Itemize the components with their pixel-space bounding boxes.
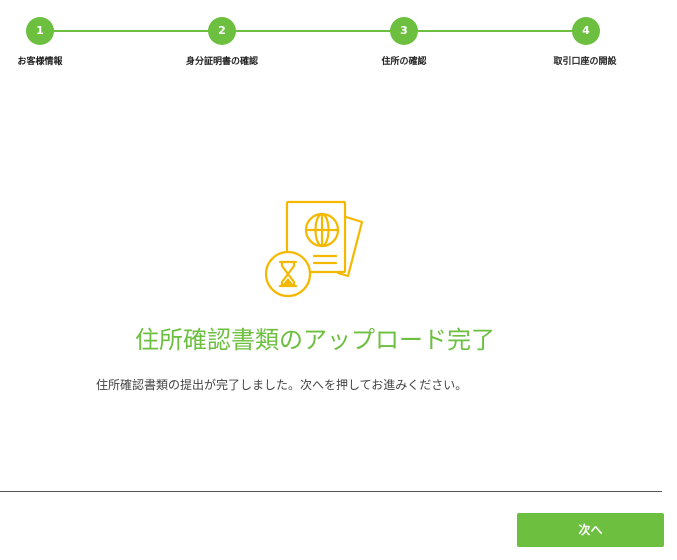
step-4-circle: 4 [572,17,600,45]
stepper-connector-2 [236,30,391,32]
stepper-connector-3 [418,30,573,32]
step-3-circle: 3 [390,17,418,45]
page: 1 2 3 4 お客様情報 身分証明書の確認 住所の確認 取引口座の開設 住所確… [0,0,677,560]
step-1-circle: 1 [26,17,54,45]
divider [0,491,662,492]
page-title: 住所確認書類のアップロード完了 [135,326,495,354]
step-4-label: 取引口座の開設 [553,57,617,67]
stepper-connector-1 [54,30,209,32]
step-1-label: お客様情報 [17,57,63,67]
progress-stepper: 1 2 3 4 お客様情報 身分証明書の確認 住所の確認 取引口座の開設 [0,0,677,80]
step-2-label: 身分証明書の確認 [185,57,258,67]
next-button[interactable]: 次へ [517,513,664,547]
completion-message: 住所確認書類の提出が完了しました。次へを押してお進みください。 [96,378,468,392]
passport-hourglass-icon [262,200,366,300]
step-3-label: 住所の確認 [381,57,427,67]
step-2-circle: 2 [208,17,236,45]
